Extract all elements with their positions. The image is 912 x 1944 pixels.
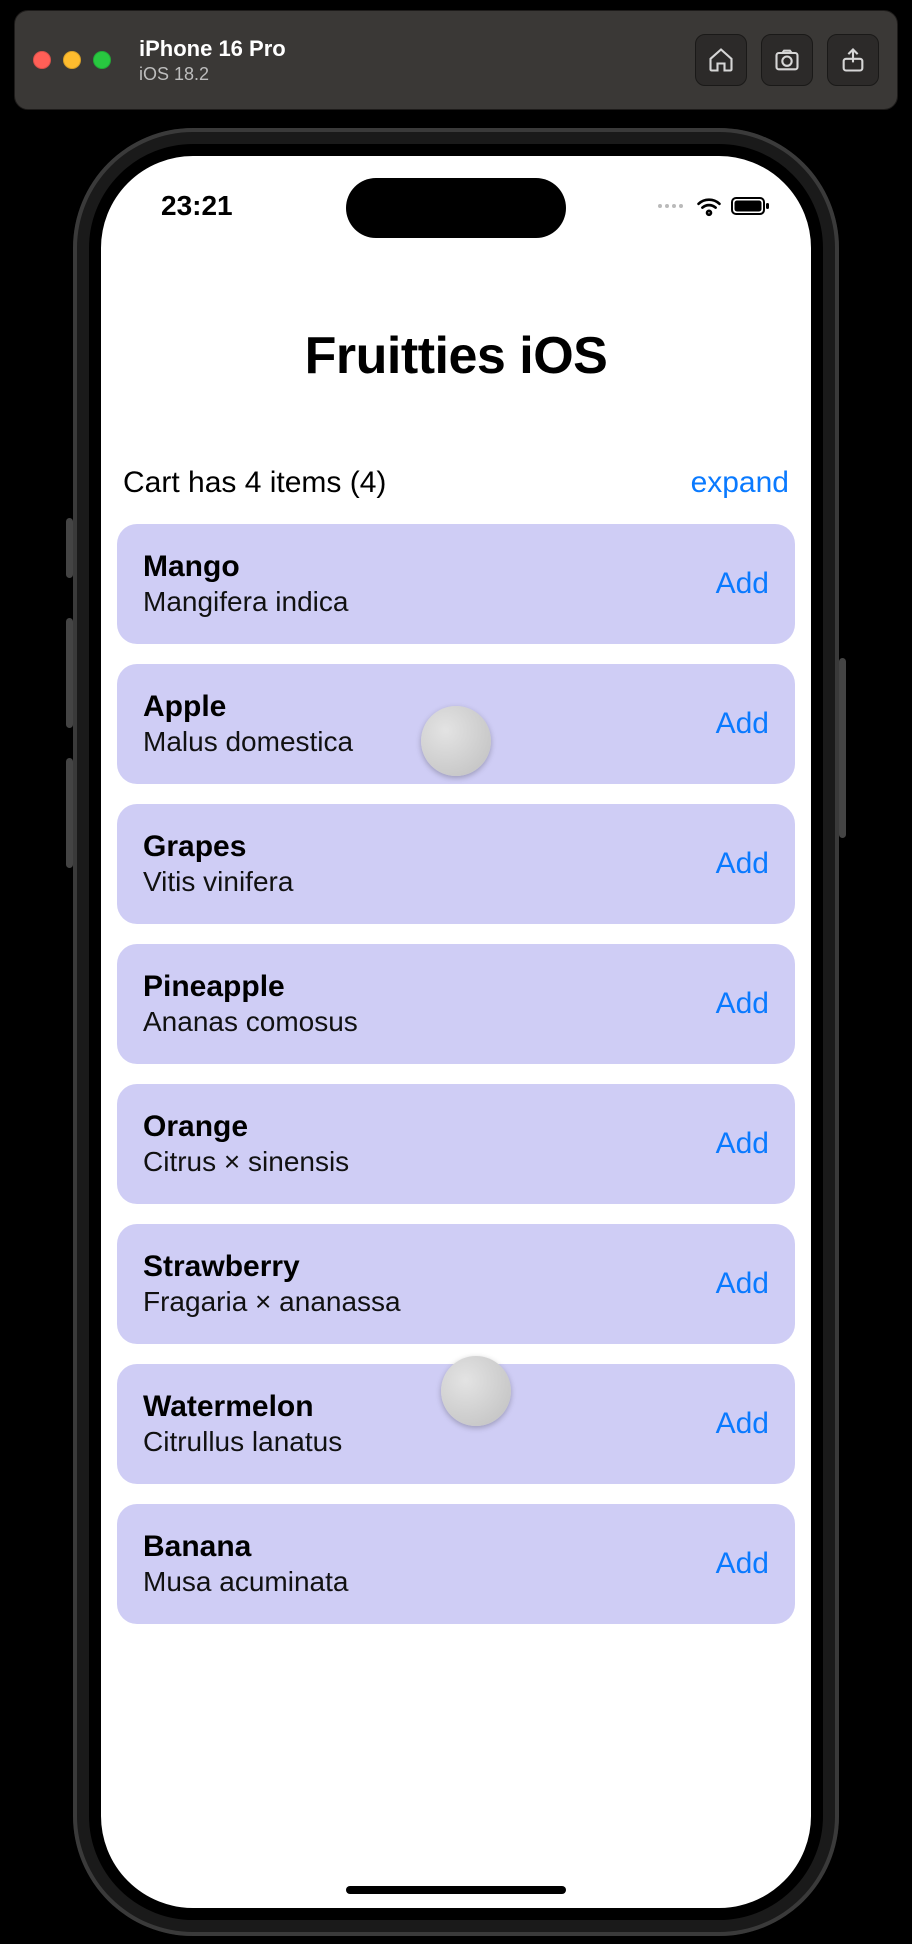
simulator-actions (695, 34, 879, 86)
phone: 23:21 Fruitties iOS Cart has 4 items (4) (73, 128, 839, 1936)
page-title: Fruitties iOS (113, 326, 799, 386)
fruit-list[interactable]: MangoMangifera indica Add AppleMalus domes… (113, 524, 799, 1624)
cart-summary-text: Cart has 4 items (4) (123, 466, 386, 500)
fruit-texts: GrapesVitis vinifera (143, 830, 293, 898)
home-icon (707, 46, 735, 74)
screenshot-icon (773, 46, 801, 74)
fruit-subtitle: Vitis vinifera (143, 866, 293, 898)
add-button[interactable]: Add (716, 987, 769, 1021)
share-icon (839, 46, 867, 74)
app-root: Fruitties iOS Cart has 4 items (4) expan… (101, 256, 811, 1908)
add-button[interactable]: Add (716, 1407, 769, 1441)
fruit-name: Grapes (143, 830, 293, 864)
fruit-card: StrawberryFragaria × ananassa Add (117, 1224, 795, 1344)
phone-side-button (66, 758, 73, 868)
simulator-title: iPhone 16 Pro iOS 18.2 (139, 36, 286, 85)
fruit-texts: PineappleAnanas comosus (143, 970, 358, 1038)
simulator-device-label: iPhone 16 Pro (139, 36, 286, 62)
statusbar-right (658, 195, 771, 217)
window-controls (33, 51, 111, 69)
statusbar-time: 23:21 (161, 190, 233, 222)
fruit-texts: BananaMusa acuminata (143, 1530, 348, 1598)
fruit-card: PineappleAnanas comosus Add (117, 944, 795, 1064)
cart-summary-row: Cart has 4 items (4) expand (123, 466, 789, 500)
cellular-dots-icon (658, 204, 683, 208)
fruit-name: Strawberry (143, 1250, 401, 1284)
dynamic-island (346, 178, 566, 238)
fruit-subtitle: Musa acuminata (143, 1566, 348, 1598)
phone-side-button (839, 658, 846, 838)
fruit-subtitle: Mangifera indica (143, 586, 348, 618)
minimize-window-button[interactable] (63, 51, 81, 69)
fruit-name: Mango (143, 550, 348, 584)
fruit-card: MangoMangifera indica Add (117, 524, 795, 644)
fruit-name: Orange (143, 1110, 349, 1144)
add-button[interactable]: Add (716, 847, 769, 881)
screenshot-button[interactable] (761, 34, 813, 86)
simulator-os-label: iOS 18.2 (139, 64, 286, 85)
battery-icon (731, 196, 771, 216)
fruit-texts: AppleMalus domestica (143, 690, 353, 758)
home-indicator[interactable] (346, 1886, 566, 1894)
share-button[interactable] (827, 34, 879, 86)
add-button[interactable]: Add (716, 1267, 769, 1301)
fruit-name: Banana (143, 1530, 348, 1564)
phone-side-button (66, 518, 73, 578)
phone-screen: 23:21 Fruitties iOS Cart has 4 items (4) (89, 144, 823, 1920)
add-button[interactable]: Add (716, 567, 769, 601)
fruit-subtitle: Citrus × sinensis (143, 1146, 349, 1178)
fruit-texts: StrawberryFragaria × ananassa (143, 1250, 401, 1318)
fruit-card: GrapesVitis vinifera Add (117, 804, 795, 924)
fruit-texts: MangoMangifera indica (143, 550, 348, 618)
add-button[interactable]: Add (716, 1127, 769, 1161)
zoom-window-button[interactable] (93, 51, 111, 69)
touch-indicator (421, 706, 491, 776)
fruit-name: Apple (143, 690, 353, 724)
fruit-texts: WatermelonCitrullus lanatus (143, 1390, 342, 1458)
simulator-toolbar: iPhone 16 Pro iOS 18.2 (14, 10, 898, 110)
phone-body: 23:21 Fruitties iOS Cart has 4 items (4) (73, 128, 839, 1936)
fruit-subtitle: Citrullus lanatus (143, 1426, 342, 1458)
wifi-icon (695, 195, 723, 217)
expand-button[interactable]: expand (691, 466, 789, 500)
fruit-card: BananaMusa acuminata Add (117, 1504, 795, 1624)
add-button[interactable]: Add (716, 707, 769, 741)
add-button[interactable]: Add (716, 1547, 769, 1581)
fruit-subtitle: Malus domestica (143, 726, 353, 758)
close-window-button[interactable] (33, 51, 51, 69)
fruit-texts: OrangeCitrus × sinensis (143, 1110, 349, 1178)
fruit-subtitle: Ananas comosus (143, 1006, 358, 1038)
home-button[interactable] (695, 34, 747, 86)
fruit-card: OrangeCitrus × sinensis Add (117, 1084, 795, 1204)
fruit-subtitle: Fragaria × ananassa (143, 1286, 401, 1318)
fruit-name: Pineapple (143, 970, 358, 1004)
touch-indicator (441, 1356, 511, 1426)
fruit-name: Watermelon (143, 1390, 342, 1424)
phone-side-button (66, 618, 73, 728)
